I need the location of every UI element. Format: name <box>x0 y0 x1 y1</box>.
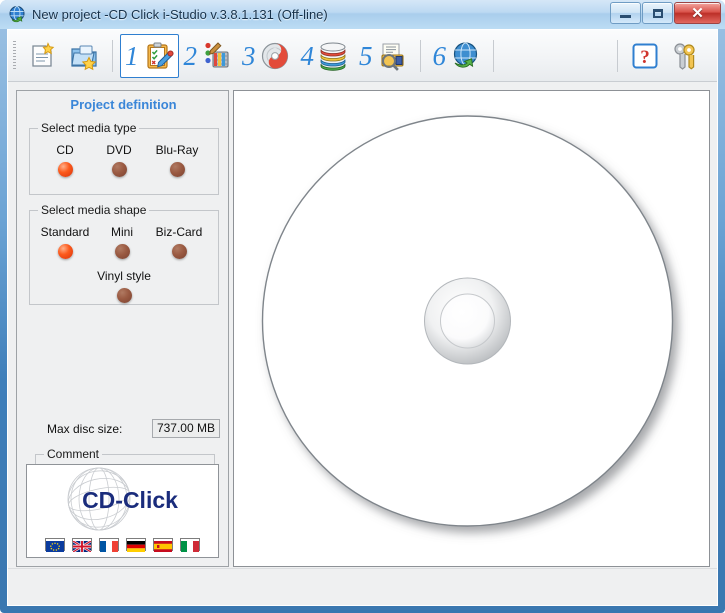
media-shape-vinyl[interactable]: Vinyl style <box>92 269 156 303</box>
media-shape-mini-label: Mini <box>110 225 133 239</box>
media-type-dvd[interactable]: DVD <box>92 143 146 177</box>
step-number-5: 5 <box>359 40 373 71</box>
media-type-cd[interactable]: CD <box>38 143 92 177</box>
globe-arrow-icon <box>8 5 27 24</box>
toolbar-grip[interactable] <box>13 41 16 71</box>
license-keys-button[interactable] <box>665 34 705 78</box>
toolbar-step-6[interactable]: 6 <box>428 34 487 78</box>
help-question-icon: ? <box>630 41 660 71</box>
language-flags <box>27 538 218 554</box>
toolbar-step-2[interactable]: 2 <box>179 34 238 78</box>
max-disc-size-row: Max disc size: 737.00 MB <box>17 419 230 441</box>
toolbar-separator <box>112 40 113 72</box>
step-number-3: 3 <box>242 40 256 71</box>
flag-de-icon[interactable] <box>126 538 146 552</box>
status-bar <box>8 568 717 605</box>
media-stack-icon <box>317 40 349 72</box>
branding-panel: CD-Click <box>26 464 219 558</box>
toolbar-step-1[interactable]: 1 <box>120 34 179 78</box>
media-type-dvd-label: DVD <box>106 143 132 157</box>
disc-preview[interactable] <box>234 91 709 566</box>
media-type-bluray[interactable]: Blu-Ray <box>146 143 208 177</box>
media-shape-bizcard-led[interactable] <box>171 244 187 259</box>
flag-eu-icon[interactable] <box>45 538 65 552</box>
media-shape-standard-label: Standard <box>40 225 90 239</box>
toolbar-step-4[interactable]: 4 <box>296 34 355 78</box>
print-preview-icon <box>376 40 408 72</box>
toolbar-items: 1 2 3 4 5 6 <box>21 30 501 82</box>
application-window: New project -CD Click i-Studio v.3.8.1.1… <box>0 0 725 613</box>
media-type-bluray-led[interactable] <box>169 162 185 177</box>
open-folder-star-icon <box>68 40 100 72</box>
media-shape-group: Select media shape Standard Mini Biz-Car… <box>29 203 219 305</box>
window-controls: ✕ <box>609 2 721 24</box>
media-type-cd-label: CD <box>56 143 74 157</box>
max-disc-size-value: 737.00 MB <box>152 419 220 438</box>
media-shape-legend: Select media shape <box>41 203 147 217</box>
clipboard-checklist-pen-icon <box>142 40 174 72</box>
close-icon: ✕ <box>691 4 704 22</box>
toolbar-separator-2 <box>419 40 421 72</box>
help-button[interactable]: ? <box>625 34 665 78</box>
close-button[interactable]: ✕ <box>674 2 721 24</box>
page-title: Project definition <box>70 97 177 112</box>
maximize-icon <box>652 8 663 18</box>
media-type-bluray-label: Blu-Ray <box>155 143 199 157</box>
media-shape-vinyl-label: Vinyl style <box>97 269 151 283</box>
window-title: New project -CD Click i-Studio v.3.8.1.1… <box>32 7 328 22</box>
max-disc-size-label: Max disc size: <box>47 422 123 436</box>
disc-center-hole <box>440 293 495 349</box>
svg-text:?: ? <box>640 47 650 68</box>
media-shape-mini-led[interactable] <box>114 244 130 259</box>
media-shape-bizcard-label: Biz-Card <box>155 225 203 239</box>
step-number-1: 1 <box>125 40 139 71</box>
media-shape-vinyl-led[interactable] <box>116 288 132 303</box>
minimize-icon <box>620 14 631 18</box>
keys-icon <box>670 41 700 71</box>
media-type-group: Select media type CD DVD Blu-Ray <box>29 121 219 195</box>
flag-es-icon[interactable] <box>153 538 173 552</box>
media-shape-mini[interactable]: Mini <box>98 225 146 259</box>
client-area: 1 2 3 4 5 6 ? Project definition Select … <box>7 29 718 606</box>
media-shape-standard-led[interactable] <box>57 244 73 259</box>
toolbar-step-5[interactable]: 5 <box>354 34 413 78</box>
new-document-star-icon <box>26 40 58 72</box>
flag-fr-icon[interactable] <box>99 538 119 552</box>
toolbar-separator-4 <box>617 40 618 72</box>
disc-preview-panel[interactable] <box>233 90 710 567</box>
brand-text: CD-Click <box>82 487 178 513</box>
toolbar-right-group: ? <box>610 30 705 82</box>
new-project-button[interactable] <box>21 34 63 78</box>
open-project-button[interactable] <box>63 34 105 78</box>
project-definition-panel: Project definition Select media type CD … <box>16 90 229 567</box>
minimize-button[interactable] <box>610 2 641 24</box>
disc-burn-icon <box>259 40 291 72</box>
comment-legend: Comment <box>47 447 100 461</box>
media-shape-bizcard[interactable]: Biz-Card <box>148 225 210 259</box>
toolbar-separator-3 <box>493 40 494 72</box>
media-shape-standard[interactable]: Standard <box>34 225 96 259</box>
title-bar: New project -CD Click i-Studio v.3.8.1.1… <box>0 0 725 29</box>
paint-palette-icon <box>200 40 232 72</box>
maximize-button[interactable] <box>642 2 673 24</box>
toolbar-step-3[interactable]: 3 <box>237 34 296 78</box>
step-number-6: 6 <box>432 40 447 71</box>
media-type-legend: Select media type <box>41 121 137 135</box>
globe-upload-icon <box>449 40 481 72</box>
step-number-4: 4 <box>300 40 315 71</box>
media-type-dvd-led[interactable] <box>111 162 127 177</box>
flag-it-icon[interactable] <box>180 538 200 552</box>
step-number-2: 2 <box>183 40 198 71</box>
cd-click-logo: CD-Click <box>27 465 218 533</box>
media-type-cd-led[interactable] <box>57 162 73 177</box>
main-toolbar: 1 2 3 4 5 6 ? <box>8 30 717 82</box>
flag-uk-icon[interactable] <box>72 538 92 554</box>
